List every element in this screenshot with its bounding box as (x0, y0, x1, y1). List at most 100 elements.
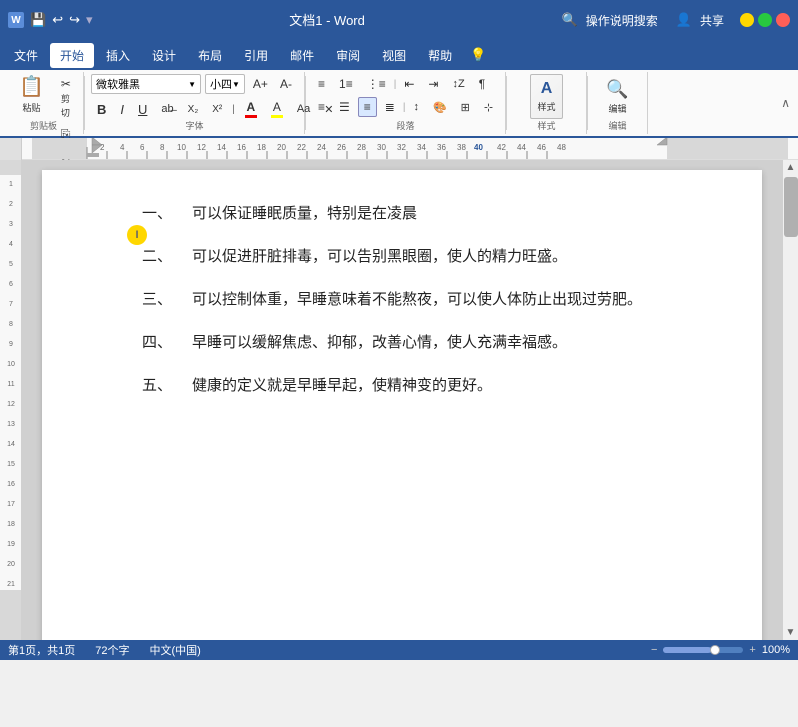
shading-button[interactable]: 🎨 (427, 98, 453, 117)
zoom-thumb[interactable] (710, 645, 720, 655)
edit-label: 编辑 (588, 117, 647, 132)
menu-item-help[interactable]: 帮助 (418, 43, 462, 68)
doc-title: 文档1 - Word (93, 10, 562, 30)
svg-text:26: 26 (337, 143, 346, 152)
svg-text:40: 40 (474, 143, 483, 152)
font-name-select[interactable]: 微软雅黑 ▼ (91, 74, 201, 94)
svg-text:10: 10 (177, 143, 186, 152)
align-center-button[interactable]: ☰ (333, 97, 356, 117)
font-size-select[interactable]: 小四 ▼ (205, 74, 245, 94)
search-label[interactable]: 操作说明搜索 (586, 12, 658, 29)
font-shrink-button[interactable]: A- (276, 75, 296, 93)
svg-text:13: 13 (7, 421, 15, 428)
lightbulb-icon[interactable]: 💡 (470, 47, 486, 63)
svg-text:21: 21 (7, 581, 15, 588)
font-label: 字体 (85, 117, 304, 132)
close-button[interactable] (776, 13, 790, 27)
minimize-button[interactable] (740, 13, 754, 27)
zoom-slider[interactable] (663, 647, 743, 653)
svg-text:6: 6 (140, 143, 145, 152)
ribbon-content: 📋 粘贴 ✂ 剪切 ⎘ 复制 🖌 格式刷 剪贴板 (0, 70, 798, 136)
borders-button[interactable]: ⊞ (455, 98, 476, 117)
svg-text:28: 28 (357, 143, 366, 152)
menu-item-mail[interactable]: 邮件 (280, 43, 324, 68)
font-grow-button[interactable]: A+ (249, 75, 272, 93)
styles-icon: A (541, 80, 553, 98)
bullets-button[interactable]: ≡ (312, 74, 331, 94)
scroll-thumb[interactable] (784, 177, 798, 237)
status-bar-right: − + 100% (651, 644, 790, 656)
para-5-text: 健康的定义就是早睡早起，使精神变的更好。 (192, 372, 702, 399)
menu-item-design[interactable]: 设计 (142, 43, 186, 68)
subscript-button[interactable]: X₂ (182, 101, 205, 118)
superscript-button[interactable]: X² (206, 101, 228, 118)
paste-button[interactable]: 📋 粘贴 (10, 74, 53, 114)
svg-text:34: 34 (417, 143, 426, 152)
paragraph-3[interactable]: 三、 可以控制体重，早睡意味着不能熬夜，可以使人体防止出现过劳肥。 (142, 286, 702, 313)
document-page[interactable]: I 一、 可以保证睡眠质量，特别是在凌晨 二、 可以促进肝脏排毒，可以告别黑眼圈… (42, 170, 762, 640)
line-spacing-button[interactable]: ↕ (407, 98, 425, 116)
para-2-num: 二、 (142, 243, 192, 270)
svg-text:8: 8 (9, 321, 13, 328)
cut-button[interactable]: ✂ 剪切 (55, 74, 81, 122)
strikethrough-button[interactable]: ab̶ (155, 100, 179, 118)
multilevel-list-button[interactable]: ⋮≡ (361, 74, 392, 94)
align-right-button[interactable]: ≡ (358, 97, 377, 117)
edit-icon: 🔍 (606, 79, 628, 100)
paragraph-1[interactable]: 一、 可以保证睡眠质量，特别是在凌晨 (142, 200, 702, 227)
decrease-indent-button[interactable]: ⇤ (398, 74, 420, 94)
ruler-area: 2 4 6 8 10 12 14 16 18 20 22 (0, 138, 798, 160)
redo-icon[interactable]: ↪ (69, 12, 80, 28)
justify-button[interactable]: ≣ (379, 97, 401, 117)
menu-item-file[interactable]: 文件 (4, 43, 48, 68)
clipboard-group: 📋 粘贴 ✂ 剪切 ⎘ 复制 🖌 格式刷 剪贴板 (4, 72, 84, 134)
menu-item-home[interactable]: 开始 (50, 43, 94, 68)
menu-item-review[interactable]: 审阅 (326, 43, 370, 68)
align-left-button[interactable]: ≡ (312, 97, 331, 117)
svg-text:42: 42 (497, 143, 506, 152)
scroll-down-button[interactable]: ▼ (783, 625, 798, 640)
paragraph-2[interactable]: 二、 可以促进肝脏排毒，可以告别黑眼圈，使人的精力旺盛。 (142, 243, 702, 270)
show-formatting-button[interactable]: ¶ (473, 74, 491, 94)
share-button[interactable]: 共享 (700, 12, 724, 29)
maximize-button[interactable] (758, 13, 772, 27)
styles-label: 样式 (507, 117, 586, 132)
menu-item-references[interactable]: 引用 (234, 43, 278, 68)
zoom-level[interactable]: 100% (762, 644, 790, 656)
edit-button[interactable]: 🔍 编辑 (599, 74, 635, 119)
menu-item-insert[interactable]: 插入 (96, 43, 140, 68)
svg-text:16: 16 (237, 143, 246, 152)
page-info[interactable]: 第1页，共1页 (8, 642, 75, 658)
svg-text:16: 16 (7, 481, 15, 488)
menu-item-layout[interactable]: 布局 (188, 43, 232, 68)
svg-text:18: 18 (257, 143, 266, 152)
undo-icon[interactable]: ↩ (52, 12, 63, 28)
para-more-button[interactable]: ⊹ (478, 98, 499, 117)
svg-text:6: 6 (9, 281, 13, 288)
para-3-num: 三、 (142, 286, 192, 313)
svg-text:20: 20 (277, 143, 286, 152)
ribbon-collapse-button[interactable]: ∧ (777, 92, 794, 114)
search-icon[interactable]: 🔍 (562, 12, 578, 28)
zoom-out-icon[interactable]: − (651, 644, 657, 656)
zoom-in-icon[interactable]: + (749, 644, 755, 656)
vertical-scrollbar[interactable]: ▲ ▼ (782, 160, 798, 640)
user-icon[interactable]: 👤 (676, 12, 692, 28)
scroll-up-button[interactable]: ▲ (783, 160, 798, 175)
styles-button[interactable]: A 样式 (530, 74, 562, 119)
increase-indent-button[interactable]: ⇥ (422, 74, 444, 94)
svg-text:36: 36 (437, 143, 446, 152)
paragraph-5[interactable]: 五、 健康的定义就是早睡早起，使精神变的更好。 (142, 372, 702, 399)
word-count[interactable]: 72个字 (95, 642, 129, 658)
numbering-button[interactable]: 1≡ (333, 74, 359, 94)
app-icon: W (8, 12, 24, 28)
language[interactable]: 中文(中国) (150, 642, 201, 658)
save-icon[interactable]: 💾 (30, 12, 46, 28)
svg-text:14: 14 (217, 143, 226, 152)
svg-text:22: 22 (297, 143, 306, 152)
paragraph-4[interactable]: 四、 早睡可以缓解焦虑、抑郁，改善心情，使人充满幸福感。 (142, 329, 702, 356)
menu-item-view[interactable]: 视图 (372, 43, 416, 68)
para-2-text: 可以促进肝脏排毒，可以告别黑眼圈，使人的精力旺盛。 (192, 243, 702, 270)
svg-text:44: 44 (517, 143, 526, 152)
sort-button[interactable]: ↕Z (446, 75, 470, 93)
